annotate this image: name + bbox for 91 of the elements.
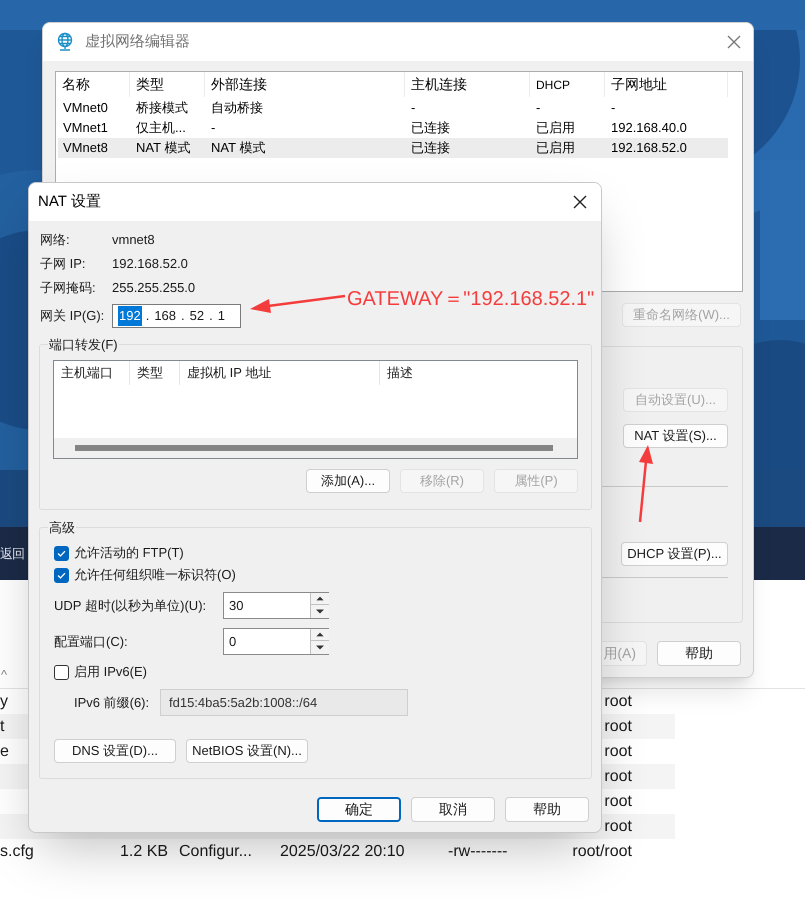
column-header[interactable]: DHCP: [530, 72, 605, 97]
dialog-button[interactable]: 确定: [317, 797, 401, 822]
table-cell: -: [536, 100, 540, 116]
table-cell: 仅主机...: [136, 120, 186, 136]
checkbox[interactable]: [54, 568, 69, 582]
field-value: 255.255.255.0: [112, 279, 196, 298]
checkbox-label: 允许活动的 FTP(T): [74, 544, 184, 562]
column-header[interactable]: 类型: [130, 72, 205, 97]
checkbox[interactable]: [54, 664, 69, 680]
close-icon[interactable]: [573, 195, 587, 209]
file-owner: root: [604, 768, 632, 784]
window-title: 虚拟网络编辑器: [85, 32, 190, 52]
table-cell: 192.168.40.0: [611, 120, 687, 136]
dialog-button[interactable]: 帮助: [505, 797, 589, 822]
table-cell: 桥接模式: [136, 100, 188, 116]
file-name: s.cfg: [0, 842, 34, 860]
field-value: vmnet8: [112, 231, 155, 250]
gateway-ip-field[interactable]: 192 . 168 . 52 . 1: [112, 304, 241, 328]
column-header[interactable]: 主机连接: [405, 72, 530, 97]
settings-button[interactable]: NAT 设置(S)...: [623, 424, 728, 448]
annotation-text: GATEWAY＝"192.168.52.1": [347, 287, 594, 312]
file-owner: root: [604, 818, 632, 834]
port-forwarding-list[interactable]: 主机端口 类型 虚拟机 IP 地址 描述: [53, 360, 578, 459]
column-header[interactable]: 类型: [130, 361, 180, 385]
file-size: 1.2 KB: [120, 842, 168, 860]
checkbox-label: 允许任何组织唯一标识符(O): [74, 566, 236, 584]
ip-separator: .: [181, 307, 185, 326]
dialog-button[interactable]: 添加(A)...: [306, 469, 390, 493]
field-value: 30: [229, 596, 244, 615]
checkbox-label: 启用 IPv6(E): [74, 663, 147, 682]
file-type: Configur...: [179, 842, 252, 860]
field-label: 配置端口(C):: [54, 632, 129, 651]
table-cell: -: [211, 120, 216, 136]
checkbox[interactable]: [54, 546, 69, 560]
column-header[interactable]: 虚拟机 IP 地址: [180, 361, 380, 385]
dialog-button[interactable]: DNS 设置(D)...: [54, 739, 176, 763]
table-cell: -: [611, 100, 616, 116]
back-link[interactable]: 返回: [0, 544, 24, 564]
file-date: 2025/03/22 20:10: [280, 842, 405, 860]
column-header[interactable]: 主机端口: [54, 361, 130, 385]
table-cell: NAT 模式: [211, 140, 266, 156]
dialog-button[interactable]: 帮助: [657, 641, 741, 666]
field-value: 192.168.52.0: [112, 255, 188, 274]
dialog-button[interactable]: 取消: [411, 797, 495, 822]
ip-separator: .: [209, 307, 213, 326]
table-cell: 已连接: [411, 120, 450, 136]
dialog-button[interactable]: NetBIOS 设置(N)...: [186, 739, 308, 763]
column-header[interactable]: 子网地址: [605, 72, 728, 97]
field-label: 网络:: [40, 231, 71, 250]
table-cell: 自动桥接: [211, 100, 263, 116]
file-owner: root: [604, 718, 632, 734]
field-label: 子网 IP:: [40, 255, 87, 274]
field-label: 子网掩码:: [40, 279, 97, 298]
sort-indicator[interactable]: ^: [0, 664, 8, 684]
group-title: 端口转发(F): [48, 335, 119, 354]
number-spinner[interactable]: 0: [223, 628, 329, 655]
gateway-label: 网关 IP(G):: [40, 307, 106, 326]
table-row[interactable]: VMnet8 NAT 模式 NAT 模式 已连接 已启用 192.168.52.0: [58, 138, 728, 158]
settings-button[interactable]: DHCP 设置(P)...: [621, 542, 728, 566]
table-cell: VMnet0: [63, 100, 108, 116]
file-permissions: -rw-------: [448, 842, 508, 860]
file-owner: root: [604, 742, 632, 760]
file-owner: root: [604, 792, 632, 810]
file-name: e: [0, 742, 9, 760]
column-header[interactable]: 描述: [380, 361, 577, 385]
file-name: y: [0, 692, 8, 710]
table-cell: NAT 模式: [136, 140, 190, 156]
field-label: IPv6 前缀(6):: [74, 694, 150, 712]
column-header[interactable]: 名称: [56, 72, 130, 97]
globe-icon: [55, 32, 75, 52]
ip-octet[interactable]: 1: [216, 306, 226, 326]
field-label: UDP 超时(以秒为单位)(U):: [54, 596, 208, 615]
table-cell: 已连接: [411, 140, 450, 156]
file-owner: root/root: [572, 842, 632, 860]
table-cell: VMnet1: [63, 120, 108, 136]
field-value: 0: [229, 632, 236, 651]
ip-octet[interactable]: 168: [153, 306, 178, 326]
table-cell: 已启用: [536, 120, 575, 136]
column-header[interactable]: 外部连接: [205, 72, 405, 97]
table-cell: 192.168.52.0: [611, 140, 687, 156]
horizontal-scrollbar[interactable]: [75, 445, 553, 451]
table-cell: 已启用: [536, 140, 575, 156]
number-spinner[interactable]: 30: [223, 592, 329, 619]
ip-octet[interactable]: 52: [188, 306, 206, 326]
ip-separator: .: [146, 307, 150, 326]
table-cell: -: [411, 100, 416, 116]
file-name: t: [0, 718, 4, 734]
file-owner: root: [604, 692, 632, 710]
dialog-title: NAT 设置: [38, 192, 101, 212]
ip-octet[interactable]: 192: [118, 306, 142, 326]
table-cell: VMnet8: [63, 140, 108, 156]
